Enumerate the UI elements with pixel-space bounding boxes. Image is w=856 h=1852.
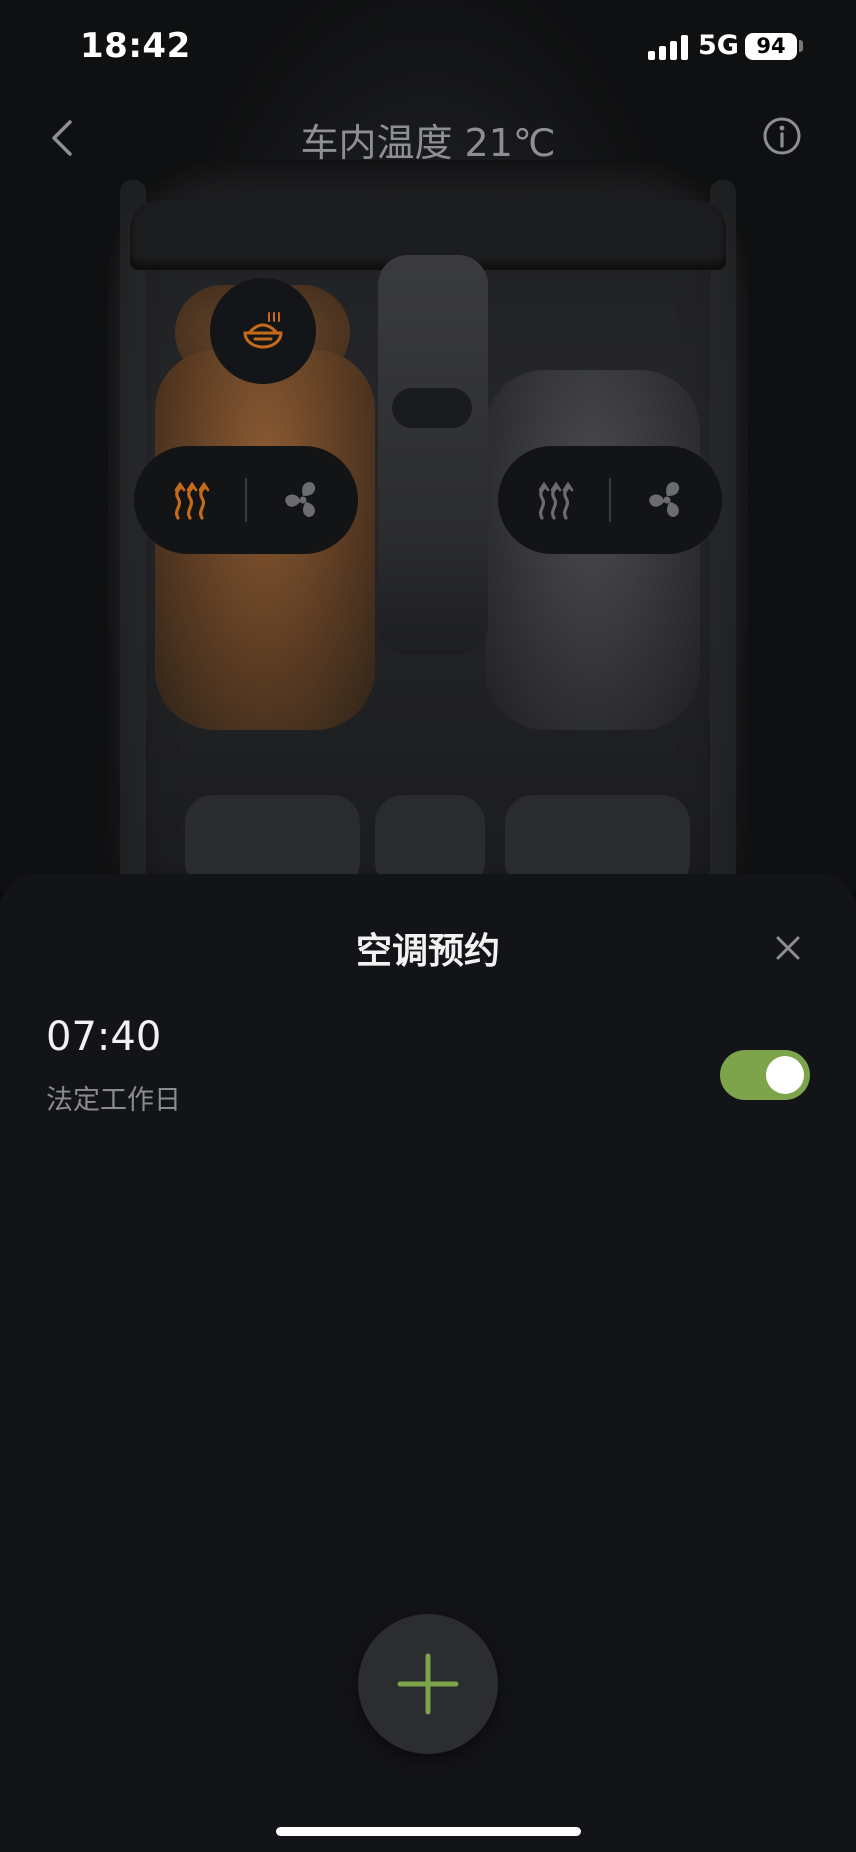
battery-tip [799, 40, 803, 52]
schedule-time: 07:40 [46, 1014, 162, 1060]
add-schedule-button[interactable] [358, 1614, 498, 1754]
seat-heat-icon [538, 481, 573, 520]
close-icon [776, 936, 800, 960]
schedule-item[interactable]: 07:40 法定工作日 [0, 1014, 856, 1154]
home-indicator [276, 1827, 581, 1836]
info-button[interactable] [762, 116, 802, 156]
page-title: 车内温度 21℃ [300, 121, 556, 165]
steering-wheel-heat-icon [243, 312, 283, 349]
passenger-seat-heat-button[interactable] [498, 446, 609, 554]
passenger-seat-controls [498, 446, 722, 554]
chevron-left-icon [52, 120, 72, 156]
status-time: 18:42 [80, 26, 191, 66]
network-type: 5G [698, 30, 739, 61]
console-knob [392, 388, 472, 428]
close-button[interactable] [770, 930, 806, 966]
fan-icon [648, 482, 679, 517]
schedule-enable-toggle[interactable] [720, 1050, 810, 1100]
fan-icon [284, 482, 315, 517]
center-console [378, 255, 488, 655]
info-circle-icon [763, 117, 801, 155]
steering-wheel-heat-button[interactable] [210, 278, 316, 384]
driver-seat-heat-button[interactable] [134, 446, 245, 554]
back-button[interactable] [40, 112, 84, 164]
toggle-knob [766, 1056, 804, 1094]
cellular-signal-icon [648, 34, 688, 60]
driver-seat-controls [134, 446, 358, 554]
schedule-repeat: 法定工作日 [46, 1085, 181, 1116]
schedule-sheet: 空调预约 07:40 法定工作日 [0, 874, 856, 1852]
passenger-seat-fan-button[interactable] [611, 446, 722, 554]
driver-seat-fan-button[interactable] [247, 446, 358, 554]
battery-icon: 94 [745, 33, 797, 60]
plus-icon [397, 1653, 459, 1715]
sheet-title: 空调预约 [355, 931, 500, 972]
seat-heat-icon [174, 481, 209, 520]
status-bar: 18:42 5G 94 [0, 0, 856, 96]
